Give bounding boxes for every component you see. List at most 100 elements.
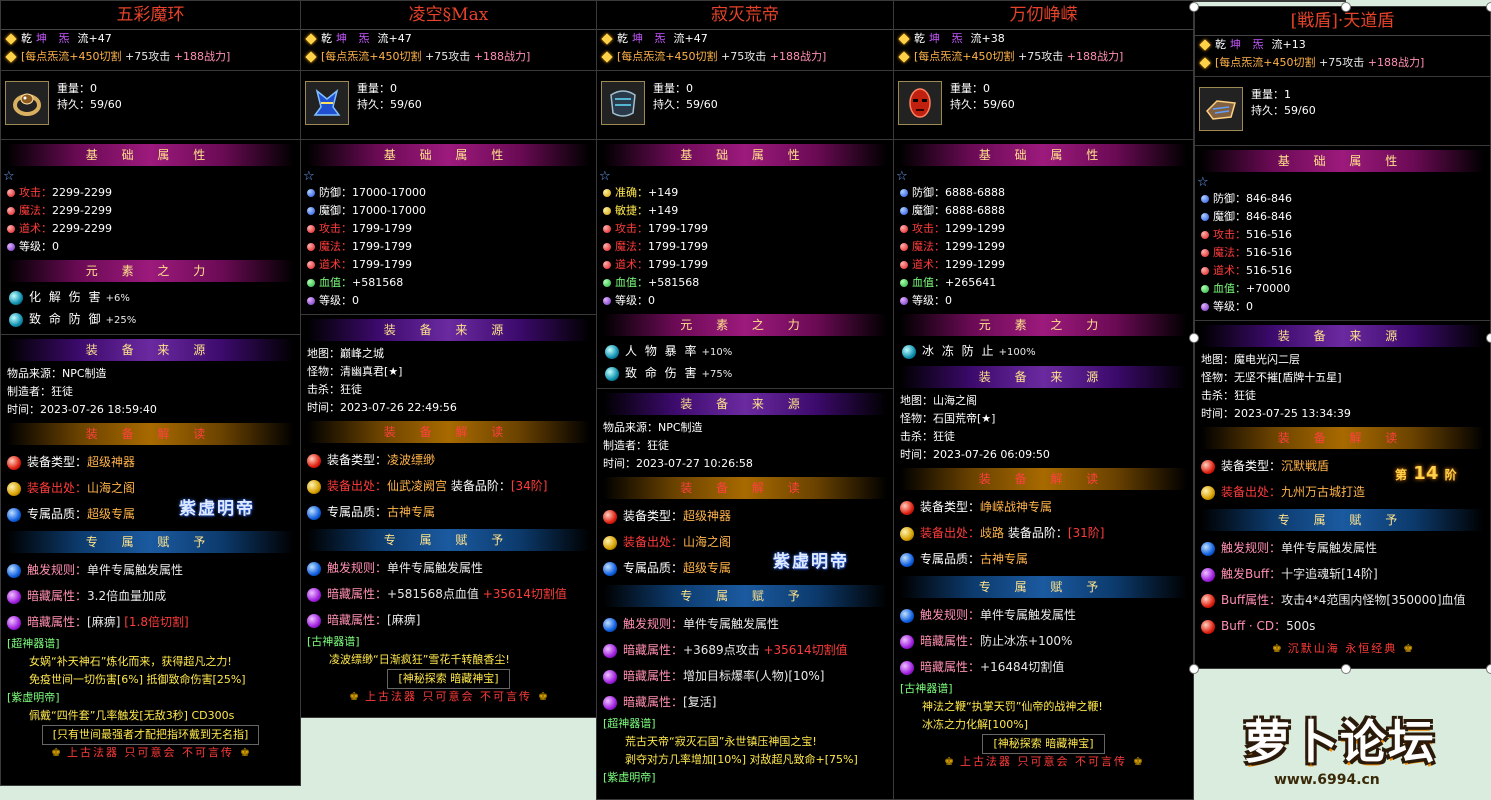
resize-handle[interactable] xyxy=(1486,2,1491,12)
exclusive-orb-icon xyxy=(603,669,617,684)
element-orb-icon xyxy=(605,344,619,359)
decode-row: 装备类型：峥嵘战神专属 xyxy=(894,494,1193,520)
header-line-1: 乾坤 炁流+38 xyxy=(894,30,1193,48)
exclusive-orb-icon xyxy=(603,617,617,632)
header-line-2: [每点炁流+450切割 +75攻击 +188战力] xyxy=(597,48,893,66)
decode-orb-icon xyxy=(7,481,21,496)
bullet-icon xyxy=(1201,231,1209,239)
decode-list: 装备类型：峥嵘战神专属 装备出处：歧路 装备品阶：[31阶] 专属品质：古神专属 xyxy=(894,494,1193,572)
lore-title: [紫虚明帝] xyxy=(603,771,656,784)
exclusive-row: 触发规则：单件专属触发属性 xyxy=(1,557,300,583)
stat-row: 魔法：1799-1799 xyxy=(597,238,893,256)
item-tooltip-panel-2: 凌空§Max 乾坤 炁流+47 [每点炁流+450切割 +75攻击 +188战力… xyxy=(300,0,597,718)
bullet-icon xyxy=(900,243,908,251)
bullet-icon xyxy=(307,261,315,269)
decode-orb-icon xyxy=(900,500,914,515)
decode-orb-icon xyxy=(900,552,914,567)
exclusive-row: 暗藏属性：防止冰冻+100% xyxy=(894,628,1193,654)
decode-orb-icon xyxy=(1201,459,1215,474)
exclusive-orb-icon xyxy=(1201,593,1215,608)
element-row: 人 物 暴 率 +10% xyxy=(597,340,893,362)
lore-title: [紫虚明帝] xyxy=(7,691,60,704)
mask-icon[interactable] xyxy=(898,81,942,125)
boxed-note: [只有世间最强者才配把指环戴到无名指] xyxy=(41,725,260,745)
star-icon: ☆ xyxy=(3,169,15,184)
stat-row: 道术：516-516 xyxy=(1195,262,1490,280)
stat-row: 血值：+581568 xyxy=(301,274,596,292)
resize-handle[interactable] xyxy=(1486,664,1491,674)
banner-exclusive: 专 属 赋 予 xyxy=(603,585,887,607)
decode-row: 装备出处：仙武凌阙宫 装备品阶：[34阶] xyxy=(301,473,596,499)
diamond-icon xyxy=(898,33,910,45)
stat-row: 攻击：1299-1299 xyxy=(894,220,1193,238)
diamond-icon xyxy=(1199,39,1211,51)
bullet-icon xyxy=(307,297,315,305)
banner-exclusive: 专 属 赋 予 xyxy=(307,529,590,551)
stat-row: 血值：+265641 xyxy=(894,274,1193,292)
exclusive-orb-icon xyxy=(7,615,21,630)
banner-decode: 装 备 解 读 xyxy=(900,468,1187,490)
panel-title: 万仞峥嵘 xyxy=(894,1,1193,30)
shield-icon[interactable] xyxy=(1199,87,1243,131)
stat-row: 攻击：2299-2299 xyxy=(1,184,300,202)
stats-list: 防御：846-846 魔御：846-846 攻击：516-516 魔法：516-516… xyxy=(1195,190,1490,316)
stat-row: 道术：1299-1299 xyxy=(894,256,1193,274)
resize-handle[interactable] xyxy=(1341,664,1351,674)
lore-title: [超神器谱] xyxy=(7,637,60,650)
decode-row: 装备类型：超级神器 xyxy=(1,449,300,475)
exclusive-orb-icon xyxy=(1201,541,1215,556)
element-list: 人 物 暴 率 +10% 致 命 伤 害 +75% xyxy=(597,340,893,384)
element-orb-icon xyxy=(9,312,23,327)
header-line-2: [每点炁流+450切割 +75攻击 +188战力] xyxy=(1,48,300,66)
boots-icon[interactable] xyxy=(305,81,349,125)
exclusive-orb-icon xyxy=(307,561,321,576)
element-orb-icon xyxy=(902,344,916,359)
resize-handle[interactable] xyxy=(1486,333,1491,343)
exclusive-orb-icon xyxy=(900,608,914,623)
bullet-icon xyxy=(603,243,611,251)
resize-handle[interactable] xyxy=(1189,333,1199,343)
lore-line: 女娲“补天神石”炼化而来，获得超凡之力! xyxy=(29,655,232,668)
bullet-icon xyxy=(603,189,611,197)
banner-basic: 基 础 属 性 xyxy=(603,144,887,166)
exclusive-row: 暗藏属性：[复活] xyxy=(597,689,893,715)
stat-row: 等级：0 xyxy=(894,292,1193,310)
exclusive-orb-icon xyxy=(307,587,321,602)
stat-row: 等级：0 xyxy=(1,238,300,256)
lion-icon: ♚ xyxy=(1271,642,1282,655)
star-icon: ☆ xyxy=(1197,175,1209,190)
resize-handle[interactable] xyxy=(1189,664,1199,674)
exclusive-orb-icon xyxy=(307,613,321,628)
stat-row: 道术：2299-2299 xyxy=(1,220,300,238)
exclusive-row: 触发规则：单件专属触发属性 xyxy=(597,611,893,637)
bullet-icon xyxy=(603,207,611,215)
badge-purple-emperor: 紫虚明帝 xyxy=(773,552,849,572)
banner-exclusive: 专 属 赋 予 xyxy=(1201,509,1484,531)
exclusive-orb-icon xyxy=(1201,567,1215,582)
item-info: 重量：0 持久：59/60 xyxy=(894,75,1193,135)
watermark-name: 萝卜论坛 xyxy=(1244,715,1436,769)
stat-row: 防御：17000-17000 xyxy=(301,184,596,202)
banner-decode: 装 备 解 读 xyxy=(603,477,887,499)
stat-row: 道术：1799-1799 xyxy=(597,256,893,274)
element-list: 化 解 伤 害 +6% 致 命 防 御 +25% xyxy=(1,286,300,330)
banner-decode: 装 备 解 读 xyxy=(307,421,590,443)
exclusive-row: 触发Buff：十字追魂斩[14阶] xyxy=(1195,561,1490,587)
stats-list: 准确：+149 敏捷：+149 攻击：1799-1799 魔法：1799-1799 道术… xyxy=(597,184,893,310)
exclusive-list: 触发规则：单件专属触发属性 暗藏属性：防止冰冻+100% 暗藏属性：+16484切割… xyxy=(894,602,1193,680)
bullet-icon xyxy=(603,297,611,305)
bullet-icon xyxy=(307,225,315,233)
banner-origin: 装 备 来 源 xyxy=(307,319,590,341)
bracelet-icon[interactable] xyxy=(601,81,645,125)
stat-row: 防御：846-846 xyxy=(1195,190,1490,208)
bullet-icon xyxy=(900,279,908,287)
ring-icon[interactable] xyxy=(5,81,49,125)
resize-handle[interactable] xyxy=(1341,2,1351,12)
resize-handle[interactable] xyxy=(1189,2,1199,12)
footer: ♚ 上古法器 只可意会 不可言传 ♚ xyxy=(51,746,250,759)
item-info: 重量：0 持久：59/60 xyxy=(597,75,893,135)
lion-icon: ♚ xyxy=(349,690,359,703)
decode-orb-icon xyxy=(603,561,617,576)
lion-icon: ♚ xyxy=(1403,642,1414,655)
stat-row: 等级：0 xyxy=(597,292,893,310)
